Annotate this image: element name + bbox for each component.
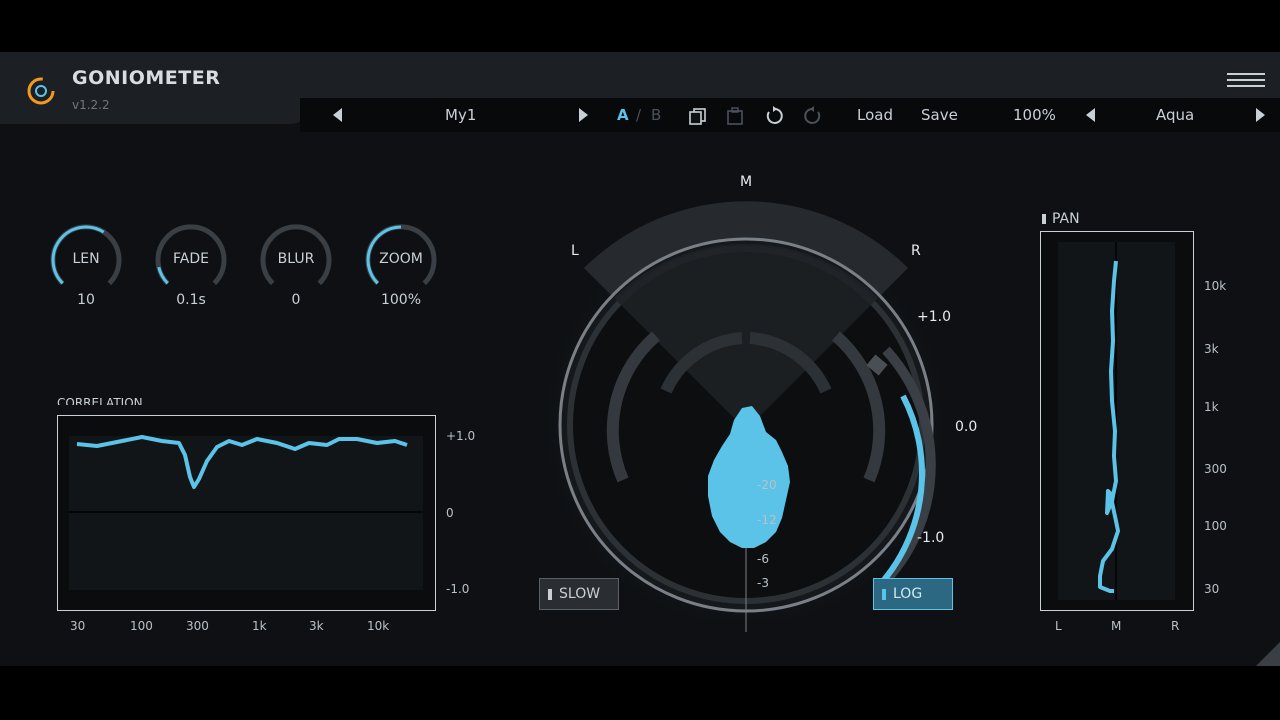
pan-y-tick: 300 <box>1204 462 1227 476</box>
copy-icon[interactable] <box>689 107 707 125</box>
log-button[interactable]: LOG <box>873 578 953 610</box>
log-indicator <box>882 588 886 600</box>
meter-bottom-label: -1.0 <box>917 530 945 546</box>
goniometer-l-label: L <box>571 243 579 259</box>
undo-icon[interactable] <box>764 106 784 126</box>
knob-value: 10 <box>77 292 95 308</box>
save-button[interactable]: Save <box>921 106 958 124</box>
ab-b-button[interactable]: B <box>651 106 661 124</box>
resize-grip-icon[interactable] <box>1256 642 1280 666</box>
knob-blur[interactable]: BLUR 0 <box>256 220 336 310</box>
knob-len[interactable]: LEN 10 <box>46 220 126 310</box>
app-version: v1.2.2 <box>72 98 110 112</box>
slow-indicator <box>548 588 552 600</box>
corr-x-tick: 30 <box>70 619 86 633</box>
app-title: GONIOMETER <box>72 67 221 89</box>
pan-y-tick: 3k <box>1204 342 1219 356</box>
scale-tick: -20 <box>757 478 777 492</box>
corr-y-tick-top: +1.0 <box>446 429 476 443</box>
meter-top-label: +1.0 <box>917 309 951 325</box>
pan-y-tick: 1k <box>1204 400 1219 414</box>
goniometer-r-label: R <box>911 243 921 259</box>
pan-x-tick: L <box>1055 619 1062 633</box>
slow-label: SLOW <box>559 586 601 602</box>
knob-label: BLUR <box>277 251 315 267</box>
corr-y-tick-mid: 0 <box>446 506 454 520</box>
ab-a-button[interactable]: A <box>617 106 629 124</box>
pan-x-tick: M <box>1111 619 1122 633</box>
knob-label: LEN <box>72 251 100 267</box>
pan-x-tick: R <box>1171 619 1180 633</box>
correlation-title: CORRELATION <box>57 396 143 405</box>
pan-y-tick: 100 <box>1204 519 1227 533</box>
logo-icon <box>27 77 55 105</box>
corr-y-tick-bottom: -1.0 <box>446 582 470 596</box>
theme-next-icon[interactable] <box>1256 108 1265 122</box>
knob-zoom[interactable]: ZOOM 100% <box>361 220 441 310</box>
knob-value: 0 <box>291 292 301 308</box>
preset-next-icon[interactable] <box>579 108 588 122</box>
corr-x-tick: 100 <box>130 619 153 633</box>
pan-y-tick: 30 <box>1204 582 1220 596</box>
pan-y-tick: 10k <box>1204 279 1227 293</box>
paste-icon[interactable] <box>726 107 744 125</box>
theme-prev-icon[interactable] <box>1086 108 1095 122</box>
pan-title: PAN <box>1052 211 1080 227</box>
log-label: LOG <box>893 586 923 602</box>
ab-separator: / <box>636 106 642 124</box>
knob-label: ZOOM <box>379 251 423 267</box>
theme-name[interactable]: Aqua <box>1156 106 1194 124</box>
scale-tick: -6 <box>757 552 769 566</box>
corr-x-tick: 1k <box>252 619 267 633</box>
scale-tick: -3 <box>757 576 769 590</box>
corr-x-tick: 3k <box>309 619 324 633</box>
load-button[interactable]: Load <box>857 106 893 124</box>
correlation-graph <box>57 415 436 611</box>
menu-icon[interactable] <box>1227 73 1265 91</box>
zoom-level[interactable]: 100% <box>1013 106 1056 124</box>
preset-prev-icon[interactable] <box>333 108 342 122</box>
goniometer-display <box>531 201 961 640</box>
pan-pip <box>1042 214 1046 224</box>
redo-icon[interactable] <box>803 106 823 126</box>
slow-button[interactable]: SLOW <box>539 578 619 610</box>
corr-x-tick: 10k <box>367 619 390 633</box>
goniometer-m-label: M <box>740 174 753 190</box>
scale-tick: -12 <box>757 513 777 527</box>
knob-fade[interactable]: FADE 0.1s <box>151 220 231 310</box>
knob-label: FADE <box>173 251 209 267</box>
preset-name[interactable]: My1 <box>445 106 476 124</box>
knob-value: 100% <box>380 292 422 308</box>
corr-x-tick: 300 <box>186 619 209 633</box>
pan-graph <box>1040 231 1194 611</box>
knob-value: 0.1s <box>176 292 206 308</box>
plugin-window: GONIOMETER v1.2.2 My1 A / B Load Save 10… <box>0 52 1280 666</box>
meter-mid-label: 0.0 <box>955 419 978 435</box>
